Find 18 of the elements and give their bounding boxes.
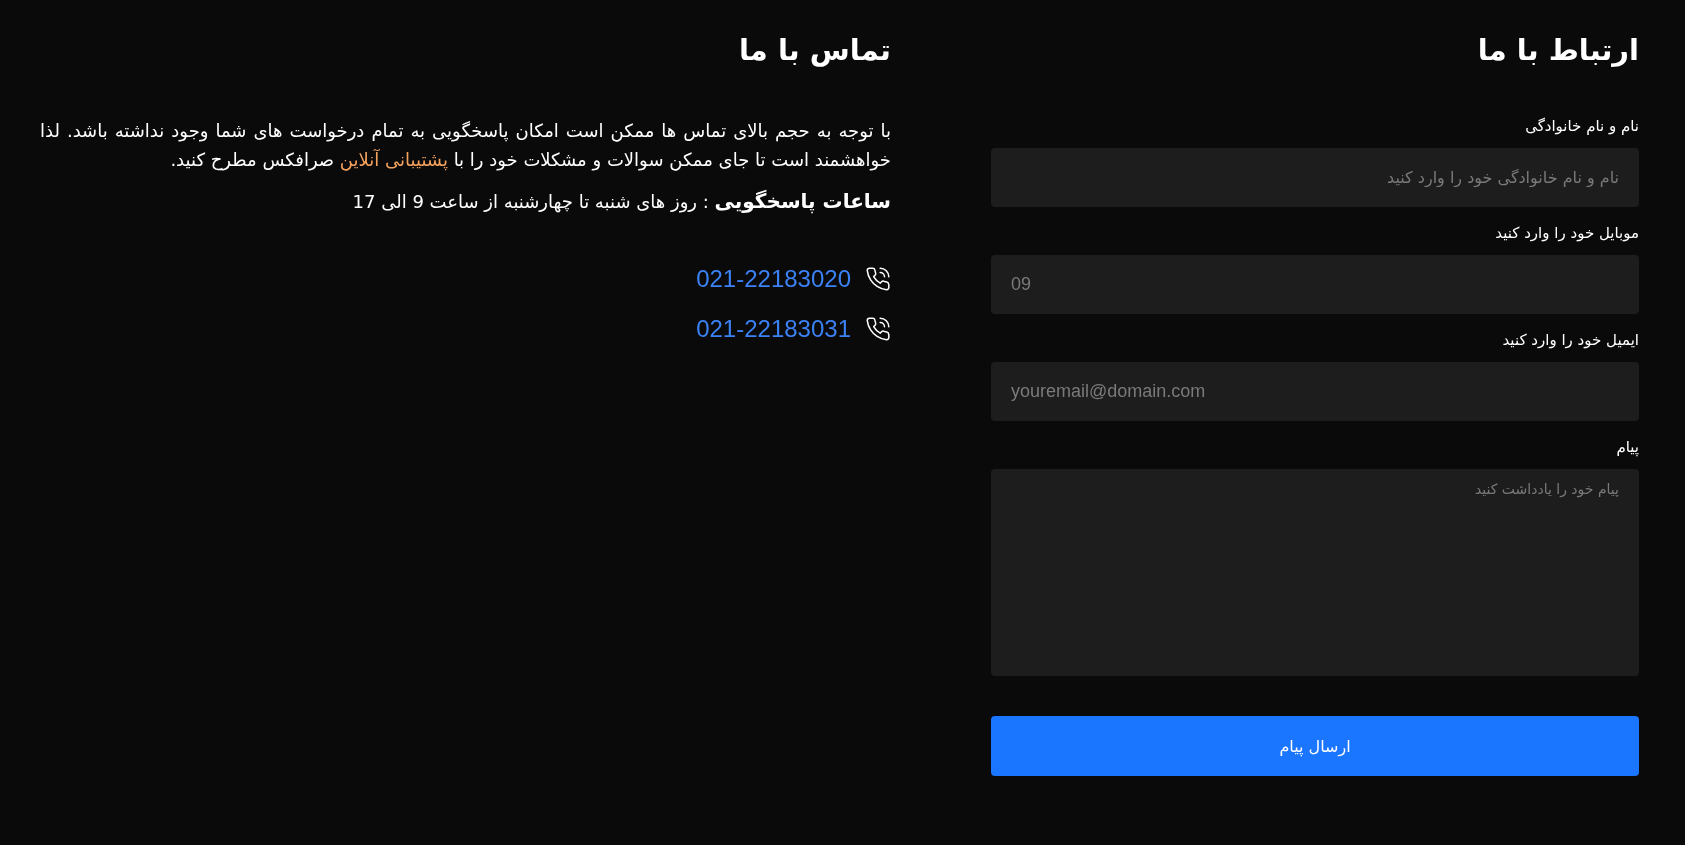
field-label: موبایل خود را وارد کنید: [1494, 223, 1639, 243]
submit-button[interactable]: ارسال پیام: [991, 716, 1639, 776]
hours-text: ساعات پاسخگویی : روز های شنبه تا چهارشنبه از ساعت 9 الی 17: [351, 188, 891, 216]
phone-link[interactable]: 021-22183031: [696, 315, 851, 343]
phone-icon: [865, 266, 891, 292]
input-field[interactable]: 09: [991, 255, 1639, 314]
field-label: پیام: [1615, 437, 1639, 457]
support-link[interactable]: پشتیبانی آنلاین: [339, 149, 448, 170]
phone-link[interactable]: 021-22183020: [696, 265, 851, 293]
phone-icon: [865, 316, 891, 342]
input-field[interactable]: youremail@domain.com: [991, 362, 1639, 421]
info-paragraph: با توجه به حجم بالای تماس ها ممکن است امکان پاسخگویی به تمام درخواست های شما وجود نداشته باشد. لذا خواهشمند است تا جای ممکن سوالات و مشکلات خود را با پشتیبانی آنلاین صرافکس مطرح کنید.: [40, 119, 891, 173]
field-label: نام و نام خانوادگی: [1524, 116, 1639, 136]
contact-title: تماس با ما: [737, 32, 891, 69]
field-label: ایمیل خود را وارد کنید: [1501, 330, 1639, 350]
form-title: ارتباط با ما: [1476, 32, 1639, 69]
message-field[interactable]: پیام خود را یادداشت کنید: [991, 469, 1639, 676]
input-field[interactable]: نام و نام خانوادگی خود را وارد کنید: [991, 148, 1639, 207]
